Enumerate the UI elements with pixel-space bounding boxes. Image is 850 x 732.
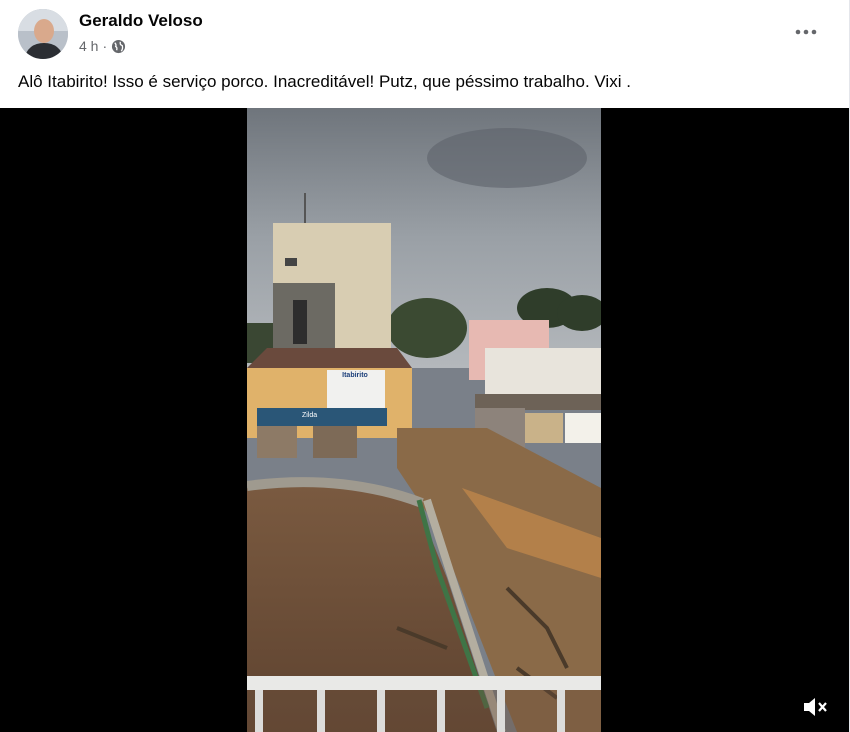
author-name[interactable]: Geraldo Veloso: [79, 11, 203, 31]
post-timestamp[interactable]: 4 h: [79, 38, 98, 54]
post-header: Geraldo Veloso 4 h · Alô Itabirito! Isso…: [0, 0, 850, 108]
meta-separator: ·: [102, 38, 108, 54]
video-player[interactable]: Itabirito Zilda: [0, 108, 849, 732]
globe-icon: [111, 39, 126, 54]
scene-sign-zilda: Zilda: [302, 412, 318, 419]
post-meta: 4 h ·: [79, 38, 126, 54]
volume-muted-icon: [804, 698, 827, 716]
video-frame[interactable]: Itabirito Zilda: [247, 108, 601, 732]
author-avatar[interactable]: [18, 9, 68, 59]
flood-scene-image: [247, 108, 601, 732]
mute-button[interactable]: [797, 692, 833, 722]
more-options-icon: [795, 29, 817, 35]
more-options-button[interactable]: [786, 16, 826, 48]
scene-sign-itabirito: Itabirito: [342, 372, 368, 379]
post-text: Alô Itabirito! Isso é serviço porco. Ina…: [18, 72, 631, 91]
